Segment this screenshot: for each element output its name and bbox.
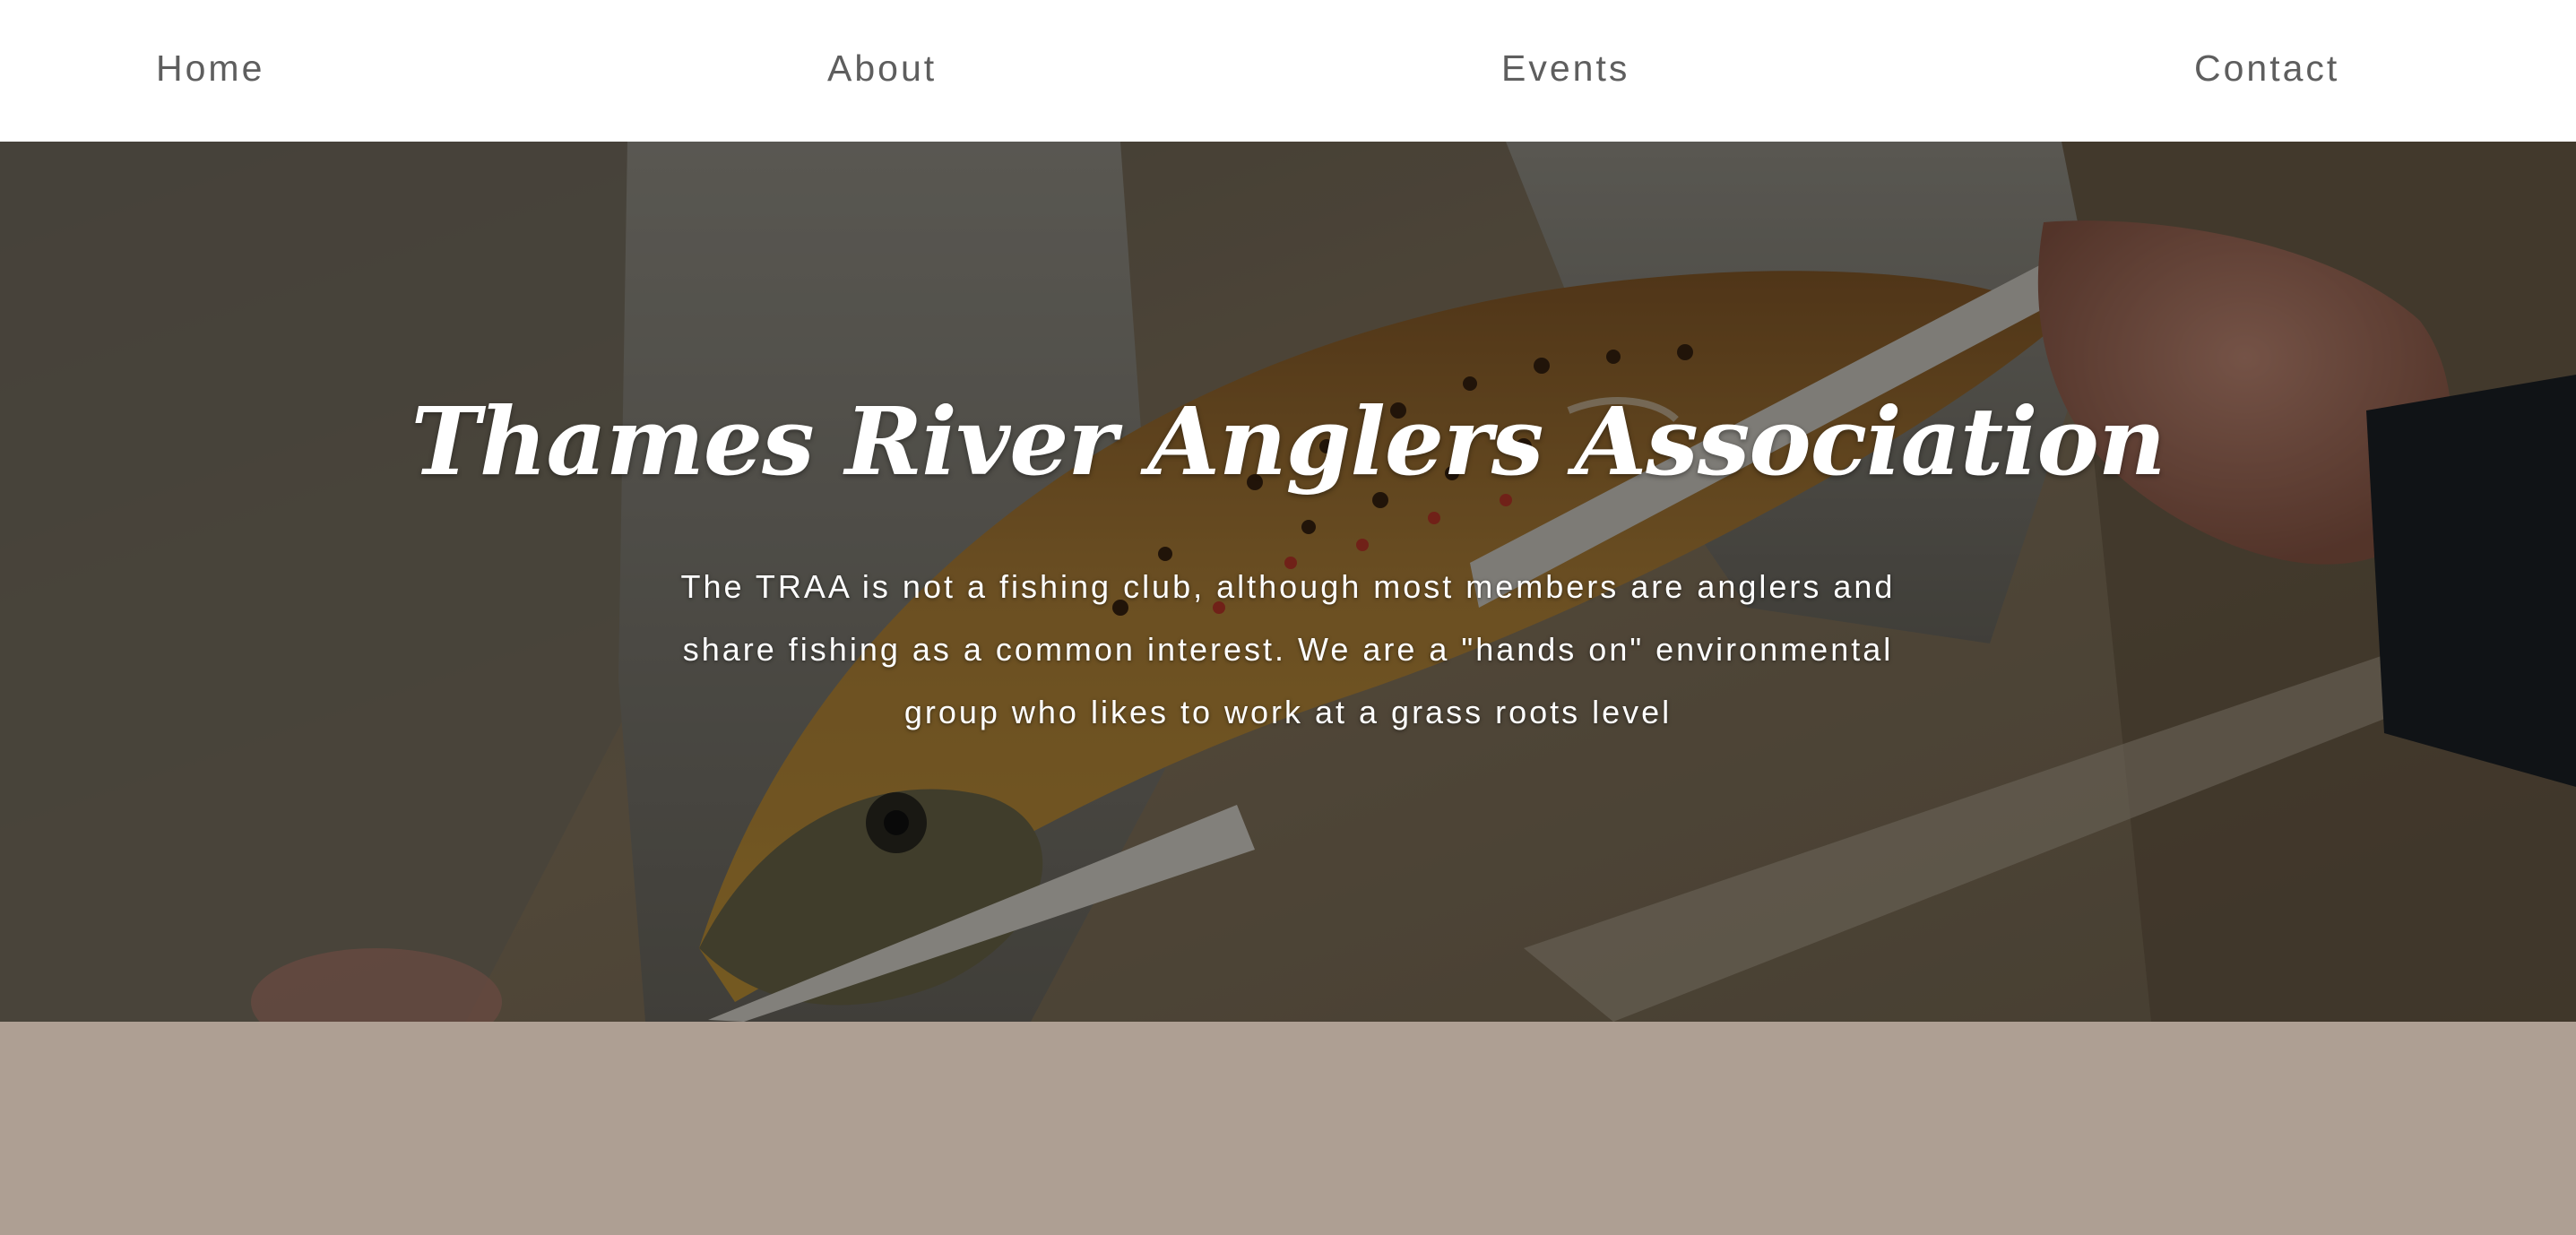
- top-navigation: Home About Events Contact: [0, 0, 2576, 142]
- footer-band: [0, 1022, 2576, 1235]
- hero-description: The TRAA is not a fishing club, although…: [680, 568, 1896, 730]
- nav-events-link[interactable]: Events: [1501, 43, 1629, 93]
- nav-home-link[interactable]: Home: [156, 43, 264, 93]
- hero-title: Thames River Anglers Association: [411, 386, 2165, 497]
- nav-contact-link[interactable]: Contact: [2194, 43, 2339, 93]
- nav-about-link[interactable]: About: [827, 43, 937, 93]
- hero-section: Thames River Anglers Association The TRA…: [0, 142, 2576, 1022]
